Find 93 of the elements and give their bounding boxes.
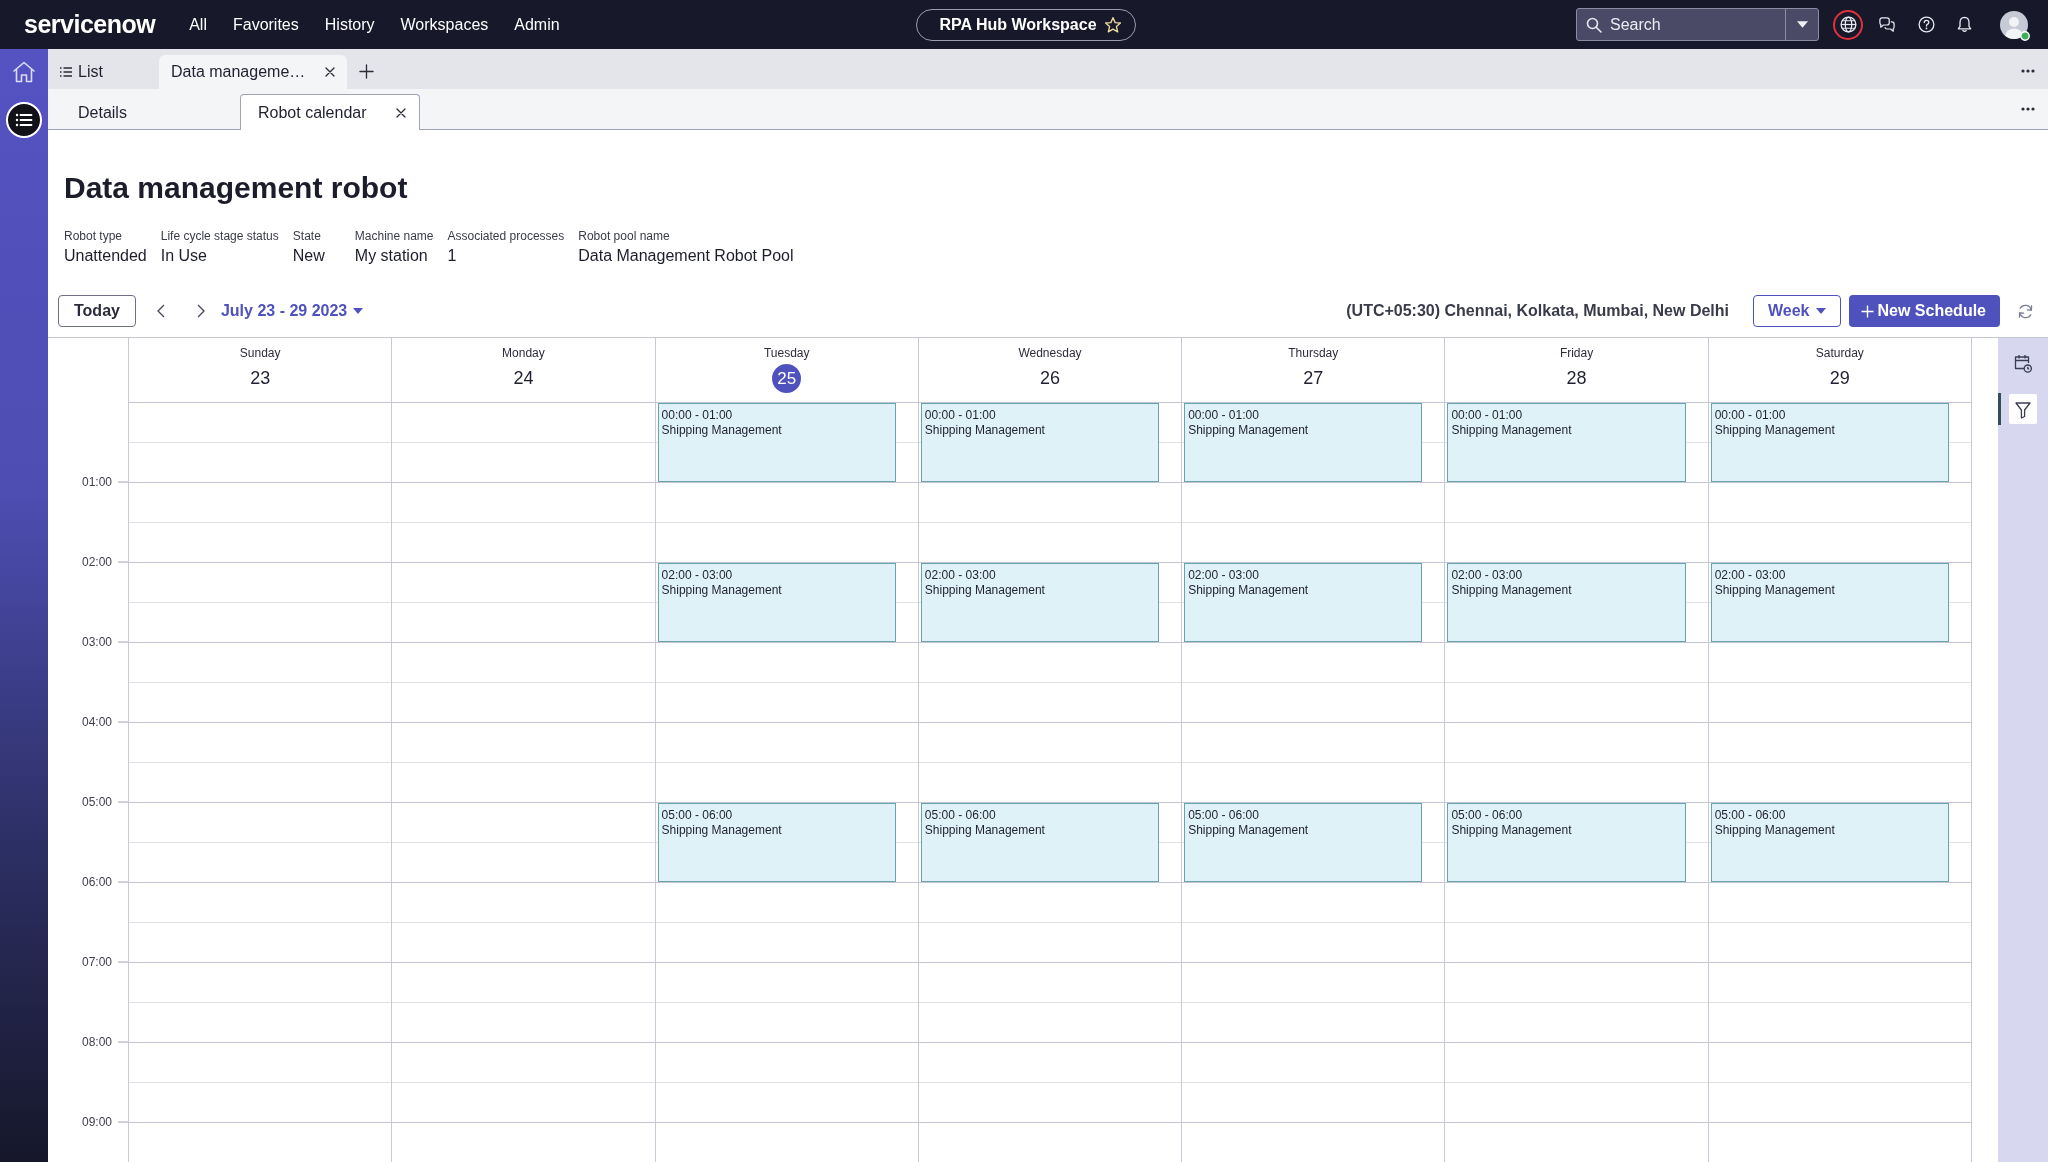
close-icon[interactable] bbox=[325, 67, 336, 77]
menu-icon[interactable] bbox=[6, 102, 42, 138]
calendar-event[interactable]: 00:00 - 01:00 Shipping Management bbox=[1447, 403, 1686, 482]
day-name: Friday bbox=[1559, 346, 1594, 360]
more-icon[interactable] bbox=[2021, 107, 2035, 111]
calendar-event[interactable]: 02:00 - 03:00 Shipping Management bbox=[1184, 563, 1423, 642]
time-label: 08:00 bbox=[81, 1034, 112, 1050]
star-icon[interactable] bbox=[1104, 16, 1121, 33]
calendar-event[interactable]: 02:00 - 03:00 Shipping Management bbox=[1710, 563, 1949, 642]
tab[interactable]: List bbox=[48, 55, 159, 89]
field-value: In Use bbox=[160, 246, 208, 266]
day-name: Sunday bbox=[239, 346, 281, 360]
search-input[interactable]: Search bbox=[1610, 13, 1785, 36]
add-tab-icon[interactable] bbox=[359, 64, 375, 79]
caret-icon bbox=[1796, 21, 1808, 28]
nav-menu-item[interactable]: All bbox=[189, 15, 207, 34]
field-label: Machine name bbox=[354, 228, 434, 244]
search-box[interactable]: Search bbox=[1576, 8, 1819, 41]
caret-icon bbox=[353, 308, 364, 314]
time-label: 01:00 bbox=[81, 474, 112, 490]
plus-icon bbox=[1860, 304, 1874, 318]
help-icon[interactable] bbox=[1918, 16, 1935, 33]
view-dropdown-button[interactable]: Week bbox=[1753, 295, 1841, 327]
today-button[interactable]: Today bbox=[58, 295, 136, 327]
time-label: 05:00 bbox=[81, 794, 112, 810]
day-date[interactable]: 24 bbox=[508, 364, 538, 393]
field-label: Robot type bbox=[64, 228, 124, 244]
tab[interactable]: Robot calendar bbox=[240, 94, 420, 130]
nav-menu-item[interactable]: Favorites bbox=[232, 15, 299, 34]
day-date[interactable]: 25 bbox=[772, 364, 802, 393]
calendar-event[interactable]: 02:00 - 03:00 Shipping Management bbox=[920, 563, 1160, 642]
calendar-event[interactable]: 05:00 - 06:00 Shipping Management bbox=[657, 803, 896, 882]
calendar-event[interactable]: 05:00 - 06:00 Shipping Management bbox=[920, 803, 1160, 882]
day-name: Saturday bbox=[1815, 346, 1864, 360]
new-schedule-button[interactable]: New Schedule bbox=[1848, 295, 2000, 327]
time-label: 09:00 bbox=[81, 1114, 112, 1130]
field-value: New bbox=[292, 246, 326, 266]
day-date[interactable]: 29 bbox=[1825, 364, 1855, 393]
field-label: Associated processes bbox=[447, 228, 565, 244]
bell-icon[interactable] bbox=[1957, 16, 1972, 33]
calendar-event[interactable]: 05:00 - 06:00 Shipping Management bbox=[1710, 803, 1949, 882]
day-name: Thursday bbox=[1288, 346, 1339, 360]
language-button[interactable] bbox=[1833, 9, 1863, 40]
chevron-left-icon[interactable] bbox=[156, 304, 165, 318]
calendar-event[interactable]: 02:00 - 03:00 Shipping Management bbox=[1447, 563, 1686, 642]
chevron-right-icon[interactable] bbox=[196, 304, 205, 318]
calendar-event[interactable]: 00:00 - 01:00 Shipping Management bbox=[1710, 403, 1949, 482]
chat-icon[interactable] bbox=[1878, 16, 1896, 33]
page-title: Data management robot bbox=[64, 170, 408, 206]
field-value: Data Management Robot Pool bbox=[578, 246, 794, 266]
time-label: 06:00 bbox=[81, 874, 112, 890]
day-date[interactable]: 28 bbox=[1562, 364, 1592, 393]
calendar-clock-icon[interactable] bbox=[2013, 353, 2033, 373]
day-date[interactable]: 23 bbox=[245, 364, 275, 393]
field-label: Life cycle stage status bbox=[160, 228, 279, 244]
timezone-label: (UTC+05:30) Chennai, Kolkata, Mumbai, New Delhi bbox=[1346, 302, 1729, 320]
calendar-event[interactable]: 05:00 - 06:00 Shipping Management bbox=[1184, 803, 1423, 882]
day-name: Monday bbox=[502, 346, 545, 360]
nav-menu-item[interactable]: History bbox=[324, 15, 375, 34]
field-label: Robot pool name bbox=[578, 228, 671, 244]
calendar-event[interactable]: 02:00 - 03:00 Shipping Management bbox=[657, 563, 896, 642]
day-date[interactable]: 26 bbox=[1035, 364, 1065, 393]
time-label: 02:00 bbox=[81, 554, 112, 570]
refresh-icon[interactable] bbox=[2017, 302, 2034, 320]
date-range-button[interactable]: July 23 - 29 2023 bbox=[220, 302, 364, 320]
calendar-event[interactable]: 00:00 - 01:00 Shipping Management bbox=[920, 403, 1160, 482]
calendar-event[interactable]: 05:00 - 06:00 Shipping Management bbox=[1447, 803, 1686, 882]
close-icon[interactable] bbox=[396, 107, 406, 118]
day-name: Wednesday bbox=[1018, 346, 1082, 360]
calendar-event[interactable]: 00:00 - 01:00 Shipping Management bbox=[657, 403, 896, 482]
logo[interactable]: servicenow bbox=[24, 10, 156, 39]
more-icon[interactable] bbox=[2021, 69, 2035, 73]
tab[interactable]: Details bbox=[60, 95, 240, 130]
filter-icon[interactable] bbox=[1998, 393, 2038, 425]
field-value: My station bbox=[354, 246, 429, 266]
time-label: 04:00 bbox=[81, 714, 112, 730]
caret-icon bbox=[1815, 308, 1826, 314]
field-value: Unattended bbox=[64, 246, 147, 266]
time-label: 03:00 bbox=[81, 634, 112, 650]
field-label: State bbox=[292, 228, 322, 244]
nav-menu-item[interactable]: Admin bbox=[514, 15, 560, 34]
list-icon bbox=[60, 67, 72, 77]
field-value: 1 bbox=[447, 246, 458, 266]
calendar-event[interactable]: 00:00 - 01:00 Shipping Management bbox=[1184, 403, 1423, 482]
nav-menu-item[interactable]: Workspaces bbox=[400, 15, 489, 34]
avatar[interactable] bbox=[2000, 10, 2028, 39]
globe-icon bbox=[1839, 16, 1857, 33]
search-icon bbox=[1586, 16, 1602, 33]
tab[interactable]: Data manageme… bbox=[159, 55, 348, 89]
time-label: 07:00 bbox=[81, 954, 112, 970]
home-icon[interactable] bbox=[12, 60, 36, 84]
day-name: Tuesday bbox=[763, 346, 810, 360]
day-date[interactable]: 27 bbox=[1298, 364, 1328, 393]
